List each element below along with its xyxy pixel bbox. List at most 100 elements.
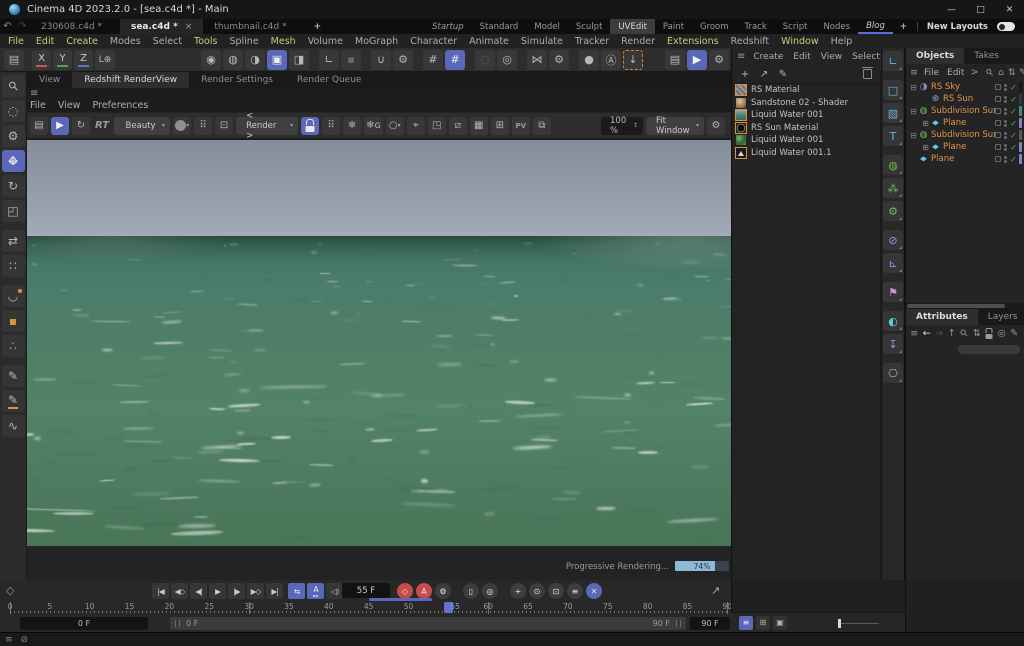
layout-tab[interactable]: Startup: [424, 19, 472, 34]
toolbar-icon[interactable]: [571, 50, 577, 70]
material-tag[interactable]: [1019, 154, 1022, 164]
prev-key-button[interactable]: ◀◇: [171, 583, 188, 599]
layout-tab[interactable]: Standard: [472, 19, 527, 34]
layout-tab[interactable]: Sculpt: [568, 19, 611, 34]
object-row[interactable]: ⊟ ◍ Subdivision Surface: [906, 105, 1024, 117]
layer-toggle[interactable]: [995, 84, 1001, 90]
snapshot-icon[interactable]: ▦: [470, 117, 488, 135]
viewport-tab[interactable]: Render Queue: [285, 72, 373, 88]
panel-menu-icon[interactable]: ≡: [908, 326, 921, 341]
current-frame-field[interactable]: 55 F: [342, 583, 390, 598]
bend-deformer-icon[interactable]: ⊾: [883, 253, 903, 273]
symmetry-settings-icon[interactable]: ⚙: [549, 50, 569, 70]
maximize-button[interactable]: □: [966, 0, 995, 19]
menu-item[interactable]: Redshift: [725, 36, 776, 47]
next-frame-button[interactable]: |▶: [228, 583, 245, 599]
menu-item[interactable]: Create: [60, 36, 104, 47]
visibility-dots[interactable]: [1004, 132, 1007, 139]
layer-toggle[interactable]: [995, 108, 1001, 114]
visibility-dots[interactable]: [1004, 144, 1007, 151]
expand-icon[interactable]: ⊞: [921, 119, 930, 128]
rgb-channel-button[interactable]: ● ▾: [173, 117, 191, 135]
layout-tab[interactable]: Track: [737, 19, 775, 34]
expand-icon[interactable]: ⊟: [909, 131, 918, 140]
lock-icon[interactable]: [983, 326, 996, 341]
dither-icon[interactable]: ⠿: [194, 117, 212, 135]
menu-item[interactable]: Animate: [463, 36, 515, 47]
material-menu-item[interactable]: Edit: [793, 52, 810, 62]
material-item[interactable]: Liquid Water 001.1: [732, 147, 880, 160]
duplicate-icon[interactable]: ⧉: [533, 117, 551, 135]
slider-handle[interactable]: [838, 619, 841, 628]
visibility-dots[interactable]: [1004, 96, 1007, 103]
enabled-check-icon[interactable]: [1010, 119, 1017, 128]
render-settings-button[interactable]: ⚙: [709, 50, 729, 70]
edges-mode-icon[interactable]: ◍: [223, 50, 243, 70]
menu-item[interactable]: Character: [404, 36, 463, 47]
zoom-level-field[interactable]: 100 % ↕: [601, 117, 643, 135]
axis-lock-button[interactable]: X: [32, 50, 51, 70]
tweak-tool-icon[interactable]: ⚙: [2, 125, 25, 147]
eyedropper-icon[interactable]: ✎: [775, 67, 791, 82]
live-selection-icon[interactable]: ◌: [2, 100, 25, 122]
material-tag[interactable]: [1019, 106, 1022, 116]
object-row[interactable]: ⊟ ◍ Subdivision Surface: [906, 129, 1024, 141]
key-parameter-button[interactable]: ≡: [567, 583, 583, 599]
sky-object-icon[interactable]: ◐: [883, 311, 903, 331]
freeze-geometry-button[interactable]: ❄ɢ: [364, 117, 383, 135]
axis-mode-icon[interactable]: ∟: [319, 50, 339, 70]
autokey-button[interactable]: A: [416, 583, 432, 599]
magnet-tool-icon[interactable]: ∷: [2, 255, 25, 277]
material-menu-icon[interactable]: ≡: [737, 51, 745, 62]
search-icon[interactable]: ⚲: [958, 326, 971, 341]
layer-toggle[interactable]: [995, 144, 1001, 150]
document-tab[interactable]: 230608.c4d *: [30, 19, 120, 34]
loop-button[interactable]: ⇆: [288, 583, 305, 599]
viewport-tab[interactable]: View: [27, 72, 72, 88]
layout-tab[interactable]: Nodes: [815, 19, 858, 34]
history-forward-icon[interactable]: →: [933, 326, 946, 341]
menu-item[interactable]: MoGraph: [349, 36, 404, 47]
menu-item[interactable]: Simulate: [515, 36, 569, 47]
find-tool-icon[interactable]: ⚲: [2, 75, 25, 97]
renderview-menu-item[interactable]: File: [30, 100, 54, 111]
spline-smooth-icon[interactable]: ◡: [2, 285, 25, 307]
range-slider[interactable]: 0 F 90 F: [170, 617, 686, 630]
start-render-button[interactable]: ▶: [51, 117, 69, 135]
spline-pen-icon[interactable]: ∟: [883, 51, 903, 71]
coordinate-system-icon[interactable]: L⊕: [95, 50, 115, 70]
menu-item[interactable]: Extensions: [661, 36, 725, 47]
realtime-label[interactable]: RT: [93, 117, 111, 135]
autokey-marker-button[interactable]: A: [307, 583, 324, 599]
restart-render-button[interactable]: ↻: [72, 117, 90, 135]
layout-manager-icon[interactable]: ▤: [4, 50, 24, 70]
sample-region-button[interactable]: ○ ▾: [386, 117, 404, 135]
toolbar-icon[interactable]: [363, 50, 369, 70]
texture-mode-icon[interactable]: ◨: [289, 50, 309, 70]
new-layouts-label[interactable]: New Layouts: [921, 22, 994, 32]
preview-range-bar[interactable]: [369, 598, 433, 601]
fcurve-icon[interactable]: ↗: [711, 584, 720, 597]
subdivision-surface-icon[interactable]: ◍: [883, 155, 903, 175]
symmetry-icon[interactable]: ⋈: [527, 50, 547, 70]
layer-toggle[interactable]: [995, 96, 1001, 102]
close-button[interactable]: ✕: [995, 0, 1024, 19]
grid-view-button[interactable]: ⊞: [756, 616, 770, 630]
soft-selection-icon[interactable]: ◌: [475, 50, 495, 70]
panel-tab[interactable]: Layers: [978, 309, 1024, 325]
text-spline-icon[interactable]: T: [883, 126, 903, 146]
next-key-button[interactable]: ▶◇: [247, 583, 264, 599]
goto-end-button[interactable]: ▶|: [266, 583, 283, 599]
visibility-dots[interactable]: [1004, 120, 1007, 127]
sculpt-clone-icon[interactable]: ∴: [2, 335, 25, 357]
fields-icon[interactable]: ⚑: [883, 282, 903, 302]
search-icon[interactable]: ⚲: [984, 68, 995, 78]
undo-icon[interactable]: ↶: [0, 21, 15, 32]
falloff-icon[interactable]: ◎: [497, 50, 517, 70]
mode-field[interactable]: [958, 345, 1020, 354]
menu-item[interactable]: Help: [825, 36, 859, 47]
layer-toggle[interactable]: [995, 120, 1001, 126]
minimize-button[interactable]: —: [937, 0, 966, 19]
material-item[interactable]: Liquid Water 001: [732, 109, 880, 122]
menu-item[interactable]: Select: [147, 36, 188, 47]
